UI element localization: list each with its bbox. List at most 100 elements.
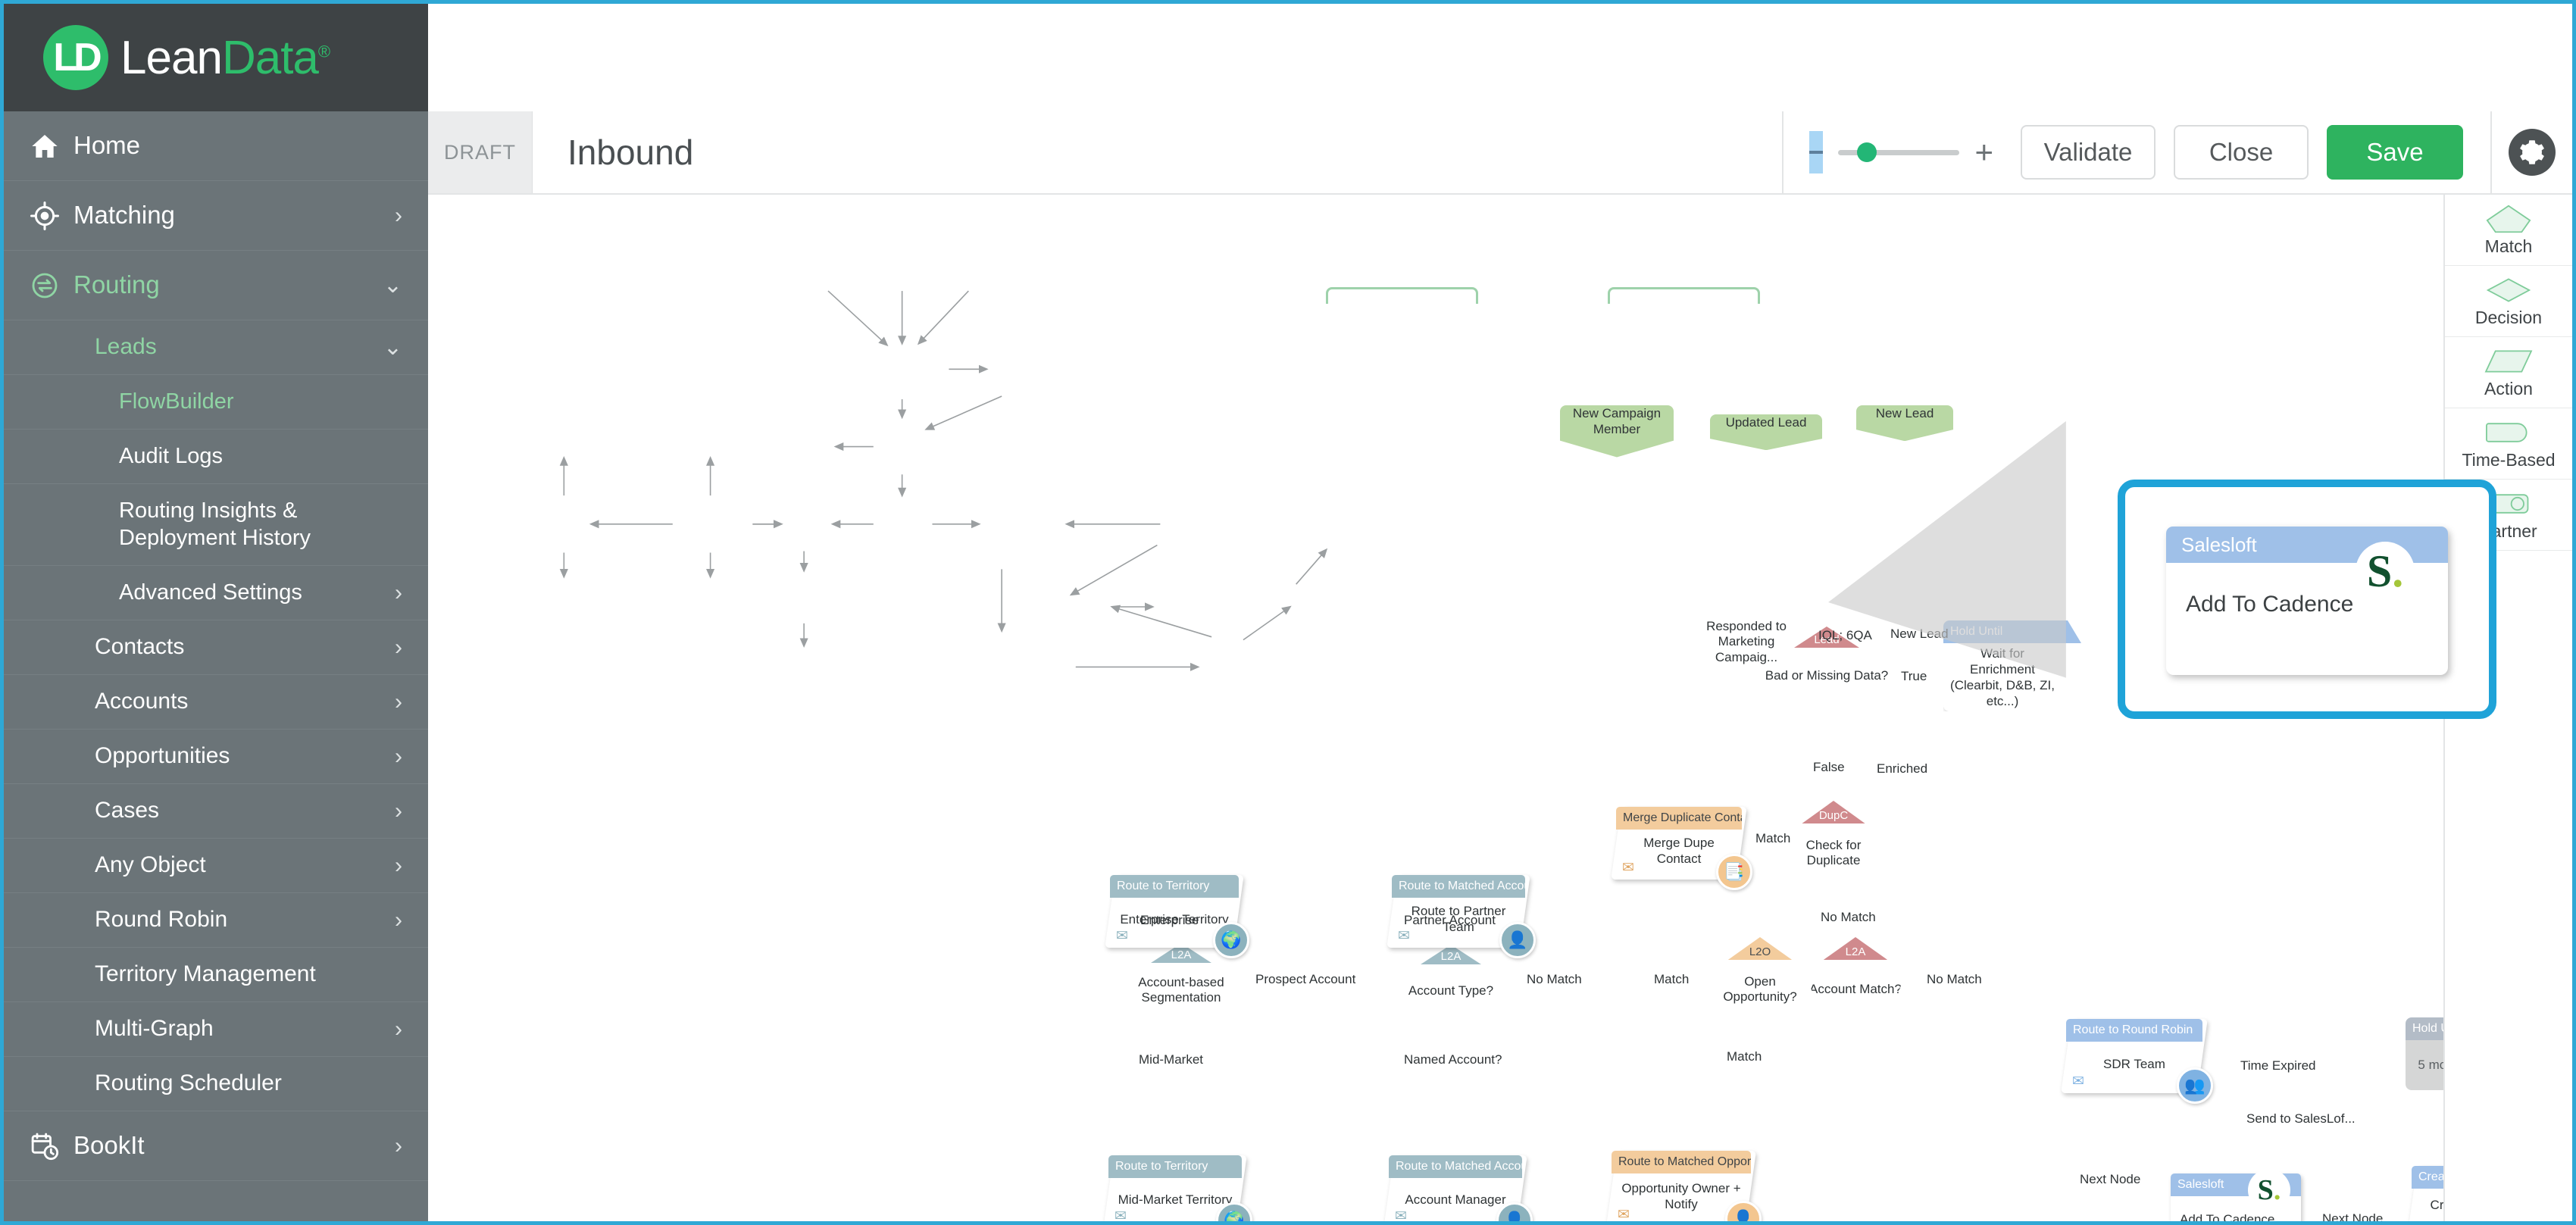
edge-label: Match [1727,1049,1762,1064]
zoom-out-button[interactable] [1809,131,1824,173]
diamond-icon [2486,277,2531,302]
action-node-shape: Route to Matched Account Route to Partne… [1386,875,1536,958]
leandata-flowbuilder-window: LD LeanData® Home Matching › Routing ⌄ L… [0,0,2576,1225]
brand-logo[interactable]: LD LeanData® [4,4,428,111]
status-badge: DRAFT [428,111,533,193]
flow-node-wait-for-enrichment[interactable]: Hold Until Wait for Enrichment (Clearbit… [1943,620,2095,711]
flow-node-opportunity-owner-notify[interactable]: Route to Matched Opportunity Opportunity… [1605,1151,1762,1221]
sidebar-item-flowbuilder[interactable]: FlowBuilder [4,375,428,430]
save-button[interactable]: Save [2327,125,2463,180]
sidebar-item-multi-graph[interactable]: Multi-Graph › [4,1002,428,1057]
salesloft-logo: S. [2248,1169,2290,1211]
flow-node-check-for-duplicate[interactable]: Check for Duplicate DupC [1784,801,1883,892]
sidebar-item-round-robin[interactable]: Round Robin › [4,893,428,948]
flow-node-sdr-team[interactable]: Route to Round Robin SDR Team ✉ 👥 [2061,1019,2213,1104]
palette-item-time-based[interactable]: Time-Based [2445,408,2572,480]
page-title: Inbound [567,133,694,172]
action-node-shape: Route to Matched Account Account Manager… [1383,1155,1533,1221]
logo-word-lean: Lean [120,31,223,84]
edge-label: Responded to Marketing Campaig... [1706,619,1787,664]
flow-node-updated-lead[interactable]: Updated Lead [1710,414,1822,517]
email-icon: ✉ [1395,1208,1407,1221]
close-button[interactable]: Close [2174,125,2309,180]
sidebar-item-label: Multi-Graph [95,1016,214,1042]
sidebar-item-label: Routing Scheduler [95,1070,282,1096]
edge-label: Next Node [2322,1211,2384,1221]
node-title: New Campaign Member [1572,406,1662,437]
palette-item-action[interactable]: Action [2445,337,2572,408]
person-check-icon: 👤 [1499,922,1536,958]
edge-label: Partner Account [1404,913,1496,927]
node-title: Account Type? [1408,983,1494,998]
action-node-shape: Create Account Create Account + new Opp … [2406,1166,2443,1221]
sidebar-item-leads[interactable]: Leads ⌄ [4,320,428,375]
palette-item-match[interactable]: Match [2445,195,2572,266]
node-title: Create Account + new Opp [2430,1198,2443,1213]
start-node-shape: Updated Lead [1710,414,1822,451]
chevron-right-icon: › [395,634,402,660]
edge-label: No Match [1927,972,1982,986]
magnified-node-callout: Salesloft Add To Cadence S. [2118,480,2496,719]
flow-node-new-lead[interactable]: New Lead [1856,405,1953,502]
action-node-shape: Route to Matched Opportunity Opportunity… [1605,1151,1762,1221]
flow-node-account-manager[interactable]: Route to Matched Account Account Manager… [1383,1155,1533,1221]
flow-node-account-match[interactable]: Account Match? L2A [1805,937,1905,1028]
chevron-right-icon: › [395,202,402,228]
palette-item-decision[interactable]: Decision [2445,266,2572,337]
flow-node-create-account-new-opp[interactable]: Create Account Create Account + new Opp … [2406,1166,2443,1221]
sidebar-item-cases[interactable]: Cases › [4,784,428,839]
sidebar-item-routing[interactable]: Routing ⌄ [4,251,428,320]
flow-node-enterprise-territory[interactable]: Route to Territory Enterprise Territory … [1105,875,1249,958]
sidebar-item-label: BookIt [73,1131,145,1160]
flow-node-add-to-cadence[interactable]: Salesloft Add To Cadence S. [2171,1169,2301,1221]
sidebar-item-opportunities[interactable]: Opportunities › [4,730,428,784]
sidebar-item-accounts[interactable]: Accounts › [4,675,428,730]
flow-node-mid-market-territory[interactable]: Route to Territory Mid-Market Territory … [1103,1155,1252,1221]
flow-node-open-opportunity[interactable]: Open Opportunity? L2O [1710,937,1810,1028]
edge-label: Prospect Account [1255,972,1356,986]
sidebar-item-label: Advanced Settings [119,580,302,605]
edge-label: Next Node [2080,1172,2141,1186]
leandata-logo-mark: LD [43,25,108,90]
sidebar-item-contacts[interactable]: Contacts › [4,620,428,675]
sidebar-item-routing-insights[interactable]: Routing Insights & Deployment History [4,484,428,566]
sidebar-nav-list: Home Matching › Routing ⌄ Leads ⌄ FlowBu… [4,111,428,1221]
flow-node-new-campaign-member[interactable]: New Campaign Member [1560,405,1674,502]
flow-node-account-type[interactable]: Account Type? L2A [1390,939,1512,1043]
zoom-slider[interactable] [1838,142,1960,162]
node-header: Route to Matched Opportunity [1612,1151,1751,1173]
sidebar-item-label: Opportunities [95,743,230,769]
edge-label: No Match [1821,910,1876,924]
magnified-node-card[interactable]: Salesloft Add To Cadence S. [2166,527,2448,675]
validate-button[interactable]: Validate [2021,125,2156,180]
sidebar-item-any-object[interactable]: Any Object › [4,839,428,893]
sidebar-item-matching[interactable]: Matching › [4,181,428,251]
sidebar-item-routing-scheduler[interactable]: Routing Scheduler [4,1057,428,1111]
logo-registered-mark: ® [317,41,330,61]
edge-label: Enterprise [1140,913,1199,927]
node-title: Wait for Enrichment (Clearbit, D&B, ZI, … [1950,645,2055,709]
flow-node-merge-dupe-contact[interactable]: Merge Duplicate Contact Merge Dupe Conta… [1611,807,1752,890]
edge-label: Named Account? [1404,1052,1502,1067]
zoom-in-button[interactable]: + [1974,136,1993,168]
node-title: 5 more minutes [2406,1040,2443,1090]
sidebar-item-territory-management[interactable]: Territory Management [4,948,428,1002]
flow-toolbar: DRAFT Inbound + Validate Close Save [428,111,2572,195]
zoom-control[interactable]: + [1809,131,1993,173]
node-tag: L2O [1727,937,1793,960]
email-icon: ✉ [1618,1207,1630,1221]
gear-icon[interactable] [2509,129,2556,176]
edge-label: Time Expired [2240,1058,2316,1073]
action-node-shape: Merge Duplicate Contact Merge Dupe Conta… [1611,807,1752,890]
flow-node-route-to-partner-team[interactable]: Route to Matched Account Route to Partne… [1386,875,1536,958]
zoom-slider-thumb[interactable] [1857,142,1877,162]
start-node-shape: New Lead [1856,405,1953,442]
sidebar-item-audit-logs[interactable]: Audit Logs [4,430,428,484]
edge-label: No Match [1527,972,1582,986]
sidebar-item-advanced-settings[interactable]: Advanced Settings › [4,566,428,620]
flow-node-5-more-minutes[interactable]: Hold Until 5 more minutes [2406,1017,2443,1090]
sidebar-item-bookit[interactable]: BookIt › [4,1111,428,1181]
node-title: Account Match? [1809,981,1902,996]
sidebar-item-home[interactable]: Home [4,111,428,181]
logo-word-data: Data [221,31,319,84]
